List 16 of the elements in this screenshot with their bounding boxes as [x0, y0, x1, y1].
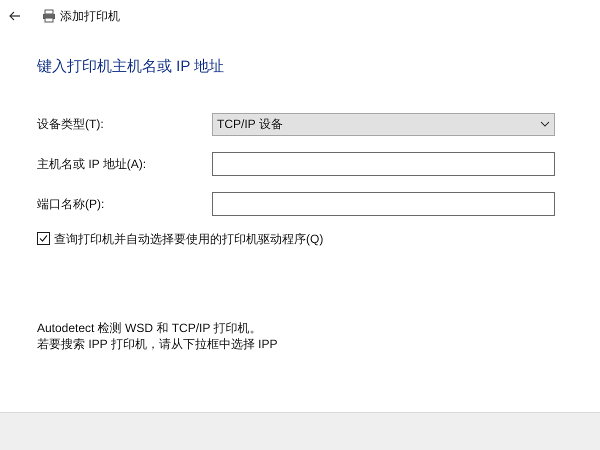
field-label: 主机名或 IP 地址(A): — [37, 156, 148, 172]
checkbox[interactable] — [37, 232, 50, 245]
input-field[interactable] — [212, 192, 555, 216]
printer-icon — [42, 9, 56, 23]
back-arrow-icon — [9, 11, 21, 21]
field-label: 端口名称(P): — [37, 196, 106, 212]
chevron-down-icon — [540, 121, 550, 127]
page-heading: 键入打印机主机名或 IP 地址 — [37, 57, 224, 77]
input-field[interactable] — [212, 152, 555, 176]
checkbox-label: 查询打印机并自动选择要使用的打印机驱动程序(Q) — [54, 230, 324, 248]
field-label: 设备类型(T): — [37, 116, 105, 133]
device-type-dropdown[interactable]: TCP/IP 设备 — [212, 112, 555, 136]
description-text: 若要搜索 IPP 打印机，请从下拉框中选择 IPP — [37, 336, 278, 352]
back-button[interactable] — [8, 9, 22, 23]
description-text: Autodetect 检测 WSD 和 TCP/IP 打印机。 — [37, 320, 262, 336]
window-title: 添加打印机 — [60, 8, 120, 25]
